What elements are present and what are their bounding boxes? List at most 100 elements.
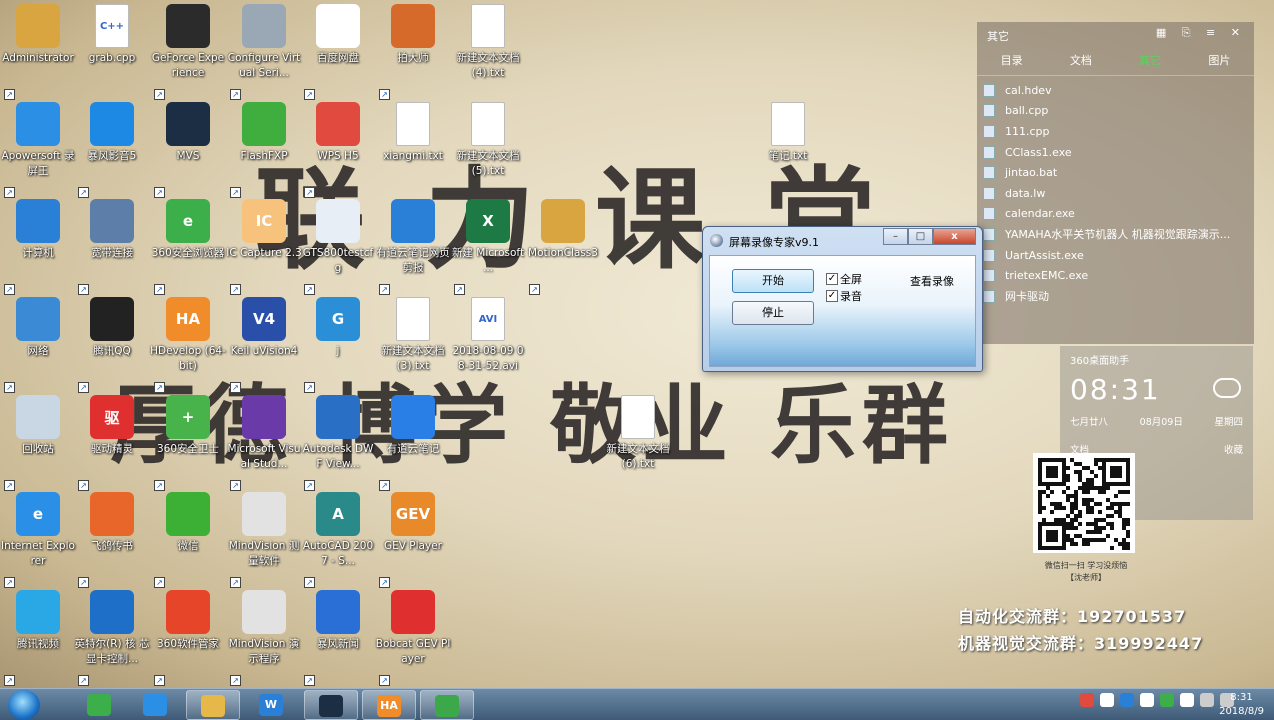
gadget-tab-documents[interactable]: 文档	[1046, 46, 1115, 75]
dialog-titlebar[interactable]: 屏幕录像专家v9.1 – □ x	[703, 227, 982, 253]
desktop-icon-apowersoft[interactable]: ↗ Apowersoft 录屏王	[0, 100, 76, 198]
desktop-icon-configure-virtual-serial[interactable]: ↗ Configure Virtual Seri...	[226, 2, 302, 100]
taskbar-wps[interactable]: W	[244, 690, 298, 720]
desktop-icon-new-text-3[interactable]: 新建文本文档 (3).txt	[375, 295, 451, 391]
desktop-icon-keil[interactable]: V4 ↗ Keil uVision4	[226, 295, 302, 393]
gadget-file-name: trietexEMC.exe	[1005, 269, 1089, 283]
start-button[interactable]: 开始	[732, 269, 814, 293]
geforce-experience-icon	[166, 4, 210, 48]
desktop-icon-new-excel[interactable]: X ↗ 新建 Microsoft ...	[450, 197, 526, 295]
desktop-icon-bobcat-gev[interactable]: ↗ Bobcat GEV Player	[375, 588, 451, 686]
desktop-icon-mindvision-measure[interactable]: ↗ MindVision 测量软件	[226, 490, 302, 588]
gadget-file[interactable]: YAMAHA水平关节机器人 机器视觉跟踪演示...	[983, 224, 1248, 245]
desktop-icon-software-360[interactable]: ↗ 360软件管家	[150, 588, 226, 686]
desktop-icon-tencent-video[interactable]: ↗ 腾讯视频	[0, 588, 76, 686]
system-tray	[1080, 693, 1234, 707]
desktop-icon-youdao-screenshot[interactable]: ↗ 有道云笔记网页剪报	[375, 197, 451, 295]
desktop-icon-geforce-experience[interactable]: ↗ GeForce Experience	[150, 2, 226, 100]
tray-nvidia-icon[interactable]	[1160, 693, 1174, 707]
desktop-icon-xiangmi-txt[interactable]: xiangmi.txt	[375, 100, 451, 196]
gadget-file[interactable]: jintao.bat	[983, 162, 1248, 183]
desktop-icon-driver-genius[interactable]: 驱 ↗ 驱动精灵	[74, 393, 150, 491]
desktop-icon-internet-explorer[interactable]: e ↗ Internet Explorer	[0, 490, 76, 588]
gadget-file[interactable]: trietexEMC.exe	[983, 265, 1248, 286]
gadget-file[interactable]: cal.hdev	[983, 80, 1248, 101]
desktop-icon-recycle-bin[interactable]: ↗ 回收站	[0, 393, 76, 491]
desktop-icon-baofeng-news[interactable]: ↗ 暴风新闻	[300, 588, 376, 686]
record-audio-checkbox[interactable]: ✓ 录音	[826, 288, 862, 304]
gadget-file[interactable]: calendar.exe	[983, 204, 1248, 225]
gadget-file[interactable]: CClass1.exe	[983, 142, 1248, 163]
desktop-icon-intel-graphics[interactable]: ↗ 英特尔(R) 核 芯显卡控制...	[74, 588, 150, 686]
desktop-icon-administrator[interactable]: ↗ Administrator	[0, 2, 76, 100]
taskbar-clock[interactable]: 8:31 2018/8/9	[1219, 691, 1264, 719]
taskbar-hdevelop[interactable]: HA	[362, 690, 416, 720]
tray-network-icon[interactable]	[1200, 693, 1214, 707]
autocad-icon: A	[316, 492, 360, 536]
desktop-icon-browser-360[interactable]: e ↗ 360安全浏览器	[150, 197, 226, 295]
gadget-tab-other[interactable]: 其它	[1116, 46, 1185, 75]
desktop-icon-computer[interactable]: ↗ 计算机	[0, 197, 76, 295]
gadget-tab-pictures[interactable]: 图片	[1185, 46, 1254, 75]
start-button[interactable]	[8, 690, 40, 720]
desktop-icon-visual-studio[interactable]: ↗ Microsoft Visual Stud...	[226, 393, 302, 491]
tray-qq-icon[interactable]	[1140, 693, 1154, 707]
qr-module	[1050, 510, 1054, 514]
desktop-icon-new-text-6[interactable]: 新建文本文档 (6).txt	[600, 393, 676, 489]
maximize-button[interactable]: □	[908, 228, 933, 245]
fullscreen-checkbox[interactable]: ✓ 全屏	[826, 271, 862, 287]
desktop-icon-grab-cpp[interactable]: C++ grab.cpp	[74, 2, 150, 98]
collect-button[interactable]: 收藏	[1224, 442, 1243, 456]
desktop-icon-label: Keil uVision4	[230, 345, 298, 357]
desktop-icon-network[interactable]: ↗ 网络	[0, 295, 76, 393]
desktop-icon-motion-class[interactable]: ↗ MotionClass3	[525, 197, 601, 295]
desktop-icon-broadband[interactable]: ↗ 宽带连接	[74, 197, 150, 295]
gadget-file[interactable]: 111.cpp	[983, 121, 1248, 142]
desktop-icon-wps-h5[interactable]: ↗ WPS H5	[300, 100, 376, 198]
tray-flag-icon[interactable]	[1180, 693, 1194, 707]
gadget-tab-directory[interactable]: 目录	[977, 46, 1046, 75]
internet-explorer-icon: e	[16, 492, 60, 536]
desktop-icon-qq[interactable]: ↗ 腾讯QQ	[74, 295, 150, 393]
gadget-file[interactable]: 网卡驱动	[983, 286, 1248, 307]
desktop-icon-ic-capture[interactable]: IC ↗ IC Capture 2.3	[226, 197, 302, 295]
desktop-icon-gev-player[interactable]: GEV ↗ GEV Player	[375, 490, 451, 588]
desktop-icon-baofeng-yingyin[interactable]: ↗ 暴风影音5	[74, 100, 150, 198]
desktop-icon-autodesk-dwf[interactable]: ↗ Autodesk DWF View...	[300, 393, 376, 491]
desktop-icon-avi-file[interactable]: AVI 2018-08-09 08-31-52.avi	[450, 295, 526, 391]
gadget-file[interactable]: UartAssist.exe	[983, 245, 1248, 266]
desktop-icon-feige[interactable]: ↗ 飞鸽传书	[74, 490, 150, 588]
desktop-icon-gts800[interactable]: ↗ GTS800testcfg	[300, 197, 376, 295]
taskbar-recorder[interactable]	[420, 690, 474, 720]
minimize-button[interactable]: –	[883, 228, 908, 245]
file-icon	[983, 207, 995, 221]
desktop-icon-new-text-4[interactable]: 新建文本文档 (4).txt	[450, 2, 526, 98]
desktop-icon-hdevelop[interactable]: HA ↗ HDevelop (64-bit)	[150, 295, 226, 393]
desktop-icon-new-text-5[interactable]: 新建文本文档 (5).txt	[450, 100, 526, 196]
stop-button[interactable]: 停止	[732, 301, 814, 325]
taskbar-apowersoft[interactable]	[128, 690, 182, 720]
desktop-icon-flashfxp[interactable]: ↗ FlashFXP	[226, 100, 302, 198]
tray-bluetooth-icon[interactable]	[1120, 693, 1134, 707]
close-button[interactable]: x	[933, 228, 976, 245]
gadget-file[interactable]: ball.cpp	[983, 101, 1248, 122]
desktop-icon-j-app[interactable]: G ↗ j	[300, 295, 376, 393]
desktop-icon-mindvision-demo[interactable]: ↗ MindVision 演示程序	[226, 588, 302, 686]
desktop-icon-wechat[interactable]: ↗ 微信	[150, 490, 226, 588]
taskbar-360-browser[interactable]	[72, 690, 126, 720]
desktop-icon-notes-txt[interactable]: 笔记.txt	[750, 100, 826, 196]
tray-app-icon[interactable]	[1100, 693, 1114, 707]
view-recording-link[interactable]: 查看录像	[910, 273, 954, 289]
desktop-icon-baidu-netdisk[interactable]: ↗ 百度网盘	[300, 2, 376, 100]
desktop-icon-guard-360[interactable]: + ↗ 360安全卫士	[150, 393, 226, 491]
gadget-controls[interactable]: ▦ ⎘ ≡ ✕	[1156, 26, 1246, 40]
gadget-file[interactable]: data.lw	[983, 183, 1248, 204]
shortcut-arrow-icon: ↗	[304, 675, 315, 686]
taskbar-mvs[interactable]	[304, 690, 358, 720]
taskbar-explorer[interactable]	[186, 690, 240, 720]
tray-record-icon[interactable]	[1080, 693, 1094, 707]
desktop-icon-mvs[interactable]: ↗ MVS	[150, 100, 226, 198]
desktop-icon-youdao-note[interactable]: ↗ 有道云笔记	[375, 393, 451, 491]
desktop-icon-autocad[interactable]: A ↗ AutoCAD 2007 - S...	[300, 490, 376, 588]
desktop-icon-paizhao-shi[interactable]: ↗ 拍大师	[375, 2, 451, 100]
